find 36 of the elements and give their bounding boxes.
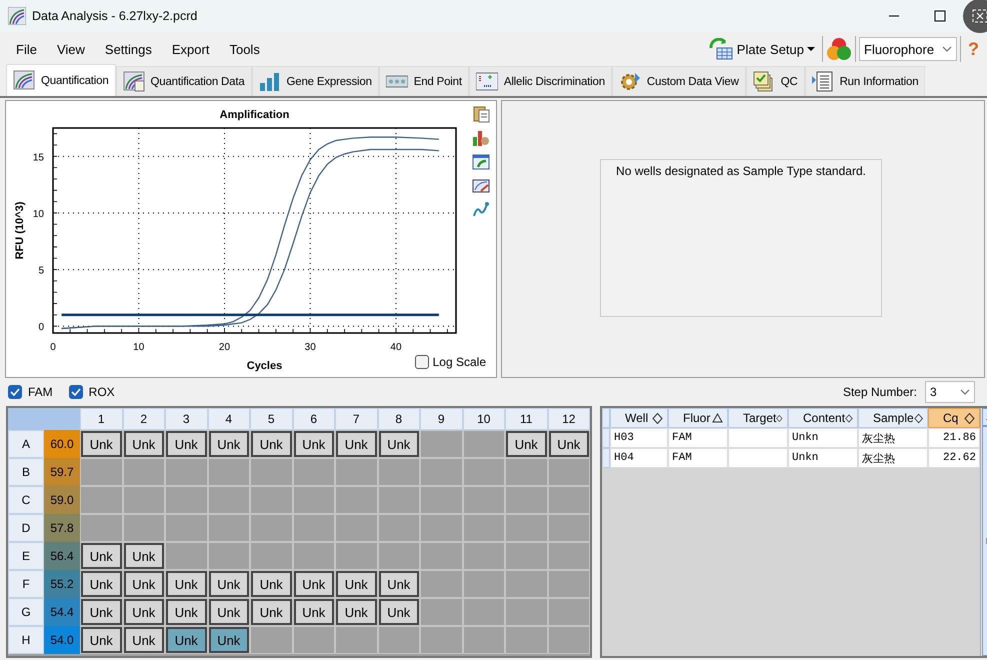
tick-label: 30	[304, 342, 316, 353]
tick-label: 40	[390, 342, 402, 353]
table-cell: 22.62	[928, 448, 980, 468]
table-cell: 灰尘热	[858, 428, 928, 448]
log-scale-label: Log Scale	[432, 355, 486, 369]
window-title: Data Analysis - 6.27lxy-2.pcrd	[32, 9, 198, 23]
tick-label: 0	[50, 342, 56, 353]
table-cell: 灰尘热	[858, 448, 928, 468]
table-cell: FAM	[668, 428, 728, 448]
temperature-cell: 54.0	[44, 626, 80, 654]
tick-label: 20	[218, 342, 230, 353]
table-cell: Unkn	[788, 448, 858, 468]
table-cell: Unkn	[788, 428, 858, 448]
chart-title: Amplification	[220, 109, 290, 121]
y-axis-label: RFU (10^3)	[14, 202, 26, 260]
temperature-cell: 55.2	[44, 570, 80, 598]
tick-label: 10	[133, 342, 144, 353]
temperature-cell: 57.8	[44, 514, 80, 542]
temperature-cell: 56.4	[44, 542, 80, 570]
tick-label: 10	[32, 208, 44, 220]
temperature-cell: 59.7	[44, 458, 80, 486]
tick-label: 15	[32, 152, 44, 164]
temperature-cell: 60.0	[44, 430, 80, 458]
channel-label: FAM	[28, 385, 53, 399]
channel-label: ROX	[88, 385, 115, 399]
table-cell: H03	[610, 428, 668, 448]
table-cell: 21.86	[928, 428, 980, 448]
table-cell: FAM	[668, 448, 728, 468]
table-cell: H04	[610, 448, 668, 468]
step-number-label: Step Number:	[842, 385, 917, 399]
temperature-cell: 59.0	[44, 486, 80, 514]
tick-label: 5	[38, 266, 44, 277]
temperature-cell: 54.4	[44, 598, 80, 626]
x-axis-label: Cycles	[246, 360, 282, 372]
message-text: No wells designated as Sample Type standard.	[600, 159, 882, 317]
tick-label: 0	[38, 322, 44, 334]
